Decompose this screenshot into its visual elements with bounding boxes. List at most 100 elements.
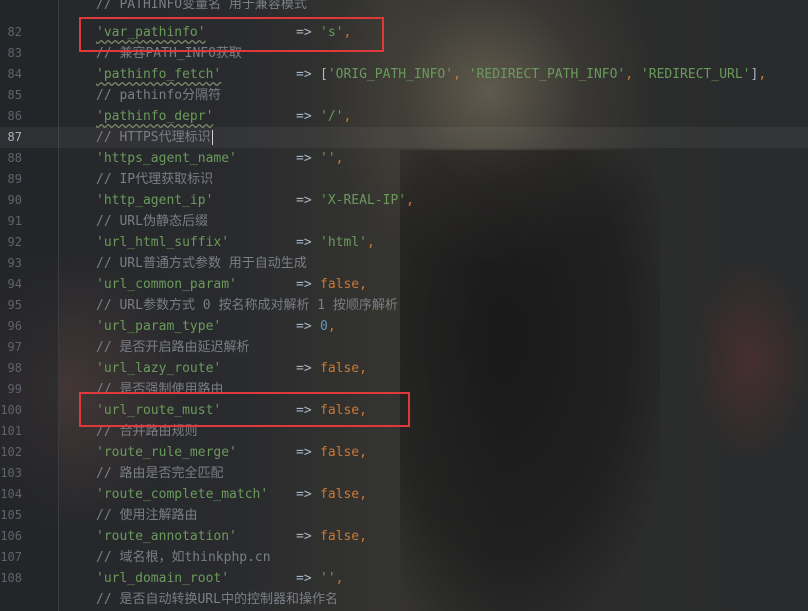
trailing-comma: ,: [327, 319, 336, 334]
arrow-operator: =>: [296, 529, 312, 544]
line-number: 105: [0, 508, 22, 522]
code-comment: // 是否自动转换URL中的控制器和操作名: [96, 592, 338, 607]
line-number: 102: [0, 445, 22, 459]
trailing-comma: ,: [359, 361, 367, 376]
line-number: 88: [7, 151, 22, 165]
code-line[interactable]: 106 'route_annotation' => false,: [0, 526, 808, 547]
highlight-box-var-pathinfo: [79, 17, 384, 52]
config-key: 'url_domain_root': [96, 571, 230, 586]
code-line[interactable]: 87 // HTTPS代理标识: [0, 127, 808, 148]
code-comment: // URL伪静态后缀: [96, 214, 208, 229]
trailing-comma: ,: [359, 445, 367, 460]
config-key: 'pathinfo_depr': [96, 109, 214, 124]
code-line[interactable]: 91 // URL伪静态后缀: [0, 211, 808, 232]
config-key: 'route_rule_merge': [96, 445, 237, 460]
trailing-comma: ,: [359, 487, 367, 502]
code-comment: // 是否开启路由延迟解析: [96, 340, 250, 355]
line-number: 90: [7, 193, 22, 207]
config-key: 'url_lazy_route': [96, 361, 222, 376]
config-value: 0,: [320, 319, 336, 334]
arrow-operator: =>: [296, 109, 312, 124]
config-value: false,: [320, 529, 367, 544]
code-line[interactable]: 85 // pathinfo分隔符: [0, 85, 808, 106]
arrow-operator: =>: [296, 487, 312, 502]
line-number: 100: [0, 403, 22, 417]
line-number: 95: [7, 298, 22, 312]
code-line[interactable]: 97 // 是否开启路由延迟解析: [0, 337, 808, 358]
config-key: 'https_agent_name': [96, 151, 237, 166]
line-number: 98: [7, 361, 22, 375]
code-line[interactable]: 94 'url_common_param' => false,: [0, 274, 808, 295]
config-value: ['ORIG_PATH_INFO', 'REDIRECT_PATH_INFO',…: [320, 67, 767, 82]
config-value: 'html',: [320, 235, 375, 250]
code-comment: // URL参数方式 0 按名称成对解析 1 按顺序解析: [96, 298, 398, 313]
code-line[interactable]: 108 'url_domain_root' => '',: [0, 568, 808, 589]
config-key: 'route_complete_match': [96, 487, 269, 502]
line-number: 107: [0, 550, 22, 564]
line-number: 108: [0, 571, 22, 585]
line-number: 104: [0, 487, 22, 501]
line-number: 82: [7, 25, 22, 39]
code-comment: // 使用注解路由: [96, 508, 198, 523]
config-value: false,: [320, 445, 367, 460]
code-comment: // HTTPS代理标识: [96, 130, 213, 145]
line-number: 86: [7, 109, 22, 123]
code-comment: // 域名根，如thinkphp.cn: [96, 550, 271, 565]
code-line[interactable]: 92 'url_html_suffix' => 'html',: [0, 232, 808, 253]
trailing-comma: ,: [335, 151, 344, 166]
trailing-comma: ,: [406, 193, 414, 208]
code-line[interactable]: 105 // 使用注解路由: [0, 505, 808, 526]
code-line[interactable]: 98 'url_lazy_route' => false,: [0, 358, 808, 379]
code-editor[interactable]: // PATHINFO变量名 用于兼容模式 82'var_pathinfo' =>…: [0, 0, 808, 611]
config-key: 'url_param_type': [96, 319, 222, 334]
config-value: '/',: [320, 109, 352, 124]
line-number: 101: [0, 424, 22, 438]
code-line[interactable]: // 是否自动转换URL中的控制器和操作名: [0, 589, 808, 610]
code-comment: // URL普通方式参数 用于自动生成: [96, 256, 307, 271]
code-line[interactable]: 89 // IP代理获取标识: [0, 169, 808, 190]
config-key: 'route_annotation': [96, 529, 237, 544]
code-comment: // pathinfo分隔符: [96, 88, 222, 103]
code-line[interactable]: 93 // URL普通方式参数 用于自动生成: [0, 253, 808, 274]
line-number: 93: [7, 256, 22, 270]
highlight-box-url-route-must: [79, 392, 410, 427]
code-comment: // 路由是否完全匹配: [96, 466, 224, 481]
code-line[interactable]: 90 'http_agent_ip' => 'X-REAL-IP',: [0, 190, 808, 211]
arrow-operator: =>: [296, 319, 312, 334]
config-key: 'pathinfo_fetch': [96, 67, 222, 82]
arrow-operator: =>: [296, 235, 312, 250]
arrow-operator: =>: [296, 445, 312, 460]
arrow-operator: =>: [296, 193, 312, 208]
arrow-operator: =>: [296, 277, 312, 292]
code-line[interactable]: 103 // 路由是否完全匹配: [0, 463, 808, 484]
line-number: 84: [7, 67, 22, 81]
trailing-comma: ,: [335, 571, 344, 586]
line-number: 83: [7, 46, 22, 60]
config-key: 'http_agent_ip': [96, 193, 214, 208]
code-line[interactable]: 84 'pathinfo_fetch' => ['ORIG_PATH_INFO', '…: [0, 64, 808, 85]
arrow-operator: =>: [296, 361, 312, 376]
line-number: 96: [7, 319, 22, 333]
line-number: 91: [7, 214, 22, 228]
config-value: '',: [320, 571, 344, 586]
code-line[interactable]: 88 'https_agent_name' => '',: [0, 148, 808, 169]
trailing-comma: ,: [343, 109, 352, 124]
code-line[interactable]: 95 // URL参数方式 0 按名称成对解析 1 按顺序解析: [0, 295, 808, 316]
trailing-comma: ,: [359, 529, 367, 544]
code-line[interactable]: 102 'route_rule_merge' => false,: [0, 442, 808, 463]
code-line[interactable]: 86 'pathinfo_depr' => '/',: [0, 106, 808, 127]
line-number: 97: [7, 340, 22, 354]
config-value: false,: [320, 487, 367, 502]
line-number: 103: [0, 466, 22, 480]
trailing-comma: ,: [366, 235, 375, 250]
text-cursor: [211, 130, 213, 145]
config-key: 'url_common_param': [96, 277, 237, 292]
line-number: 85: [7, 88, 22, 102]
code-line[interactable]: 104 'route_complete_match' => false,: [0, 484, 808, 505]
code-line[interactable]: 96 'url_param_type' => 0,: [0, 316, 808, 337]
code-line[interactable]: 107 // 域名根，如thinkphp.cn: [0, 547, 808, 568]
line-number: 106: [0, 529, 22, 543]
arrow-operator: =>: [296, 571, 312, 586]
config-value: 'X-REAL-IP',: [320, 193, 414, 208]
arrow-operator: =>: [296, 151, 312, 166]
